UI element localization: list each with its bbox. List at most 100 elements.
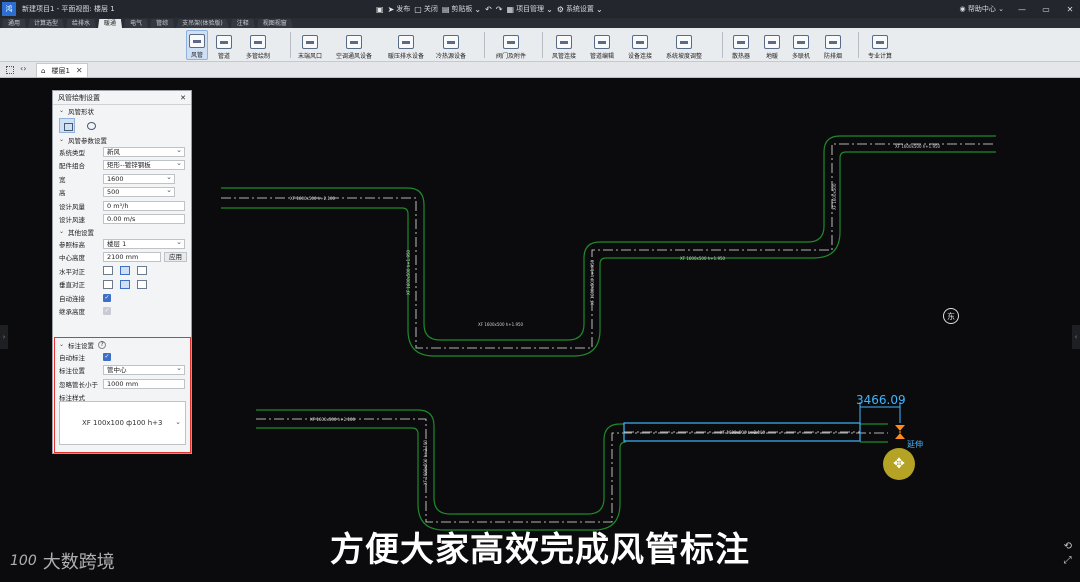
clipboard-label: 剪贴板 (451, 5, 473, 13)
rect-duct-button[interactable] (59, 117, 75, 133)
duct-label-2: XF 1600x500 h+1.950 (478, 322, 524, 327)
gear-icon: ⚙ (556, 4, 564, 14)
ribbon-button[interactable]: 设备连接 (628, 30, 652, 60)
menu-tab[interactable]: 视图视窗 (256, 19, 293, 28)
ribbon-button[interactable]: 专业计算 (868, 30, 892, 60)
ignore-length-input[interactable]: 1000 mm (103, 378, 185, 389)
minimize-button[interactable]: — (1016, 5, 1028, 14)
save-button[interactable]: ▣ (376, 5, 384, 14)
ribbon-tool-icon (793, 35, 809, 49)
ribbon-button[interactable]: 管道 (216, 30, 232, 60)
menu-tab[interactable]: 通用 (2, 19, 27, 28)
ribbon-button[interactable]: 冷热源设备 (436, 30, 466, 60)
section-shape[interactable]: ⌄ 风管形状 (53, 105, 191, 116)
chevron-down-icon: ⌄ (595, 4, 603, 14)
publish-button[interactable]: ➤ 发布 (388, 4, 411, 14)
close-doc-button[interactable]: ▢ 关闭 (414, 4, 438, 14)
auto-connect-checkbox[interactable]: ✓ (103, 293, 111, 302)
ribbon-button[interactable]: 阀门及附件 (496, 30, 526, 60)
height-select[interactable]: 500 (103, 186, 175, 198)
clipboard-button[interactable]: ▤ 剪贴板 ⌄ (442, 4, 481, 14)
menu-tab[interactable]: 支吊架(体验版) (176, 19, 229, 28)
ref-level-select[interactable]: 楼层 1 (103, 238, 185, 249)
ribbon-button[interactable]: 暖压排水设备 (388, 30, 424, 60)
ribbon-button[interactable]: 防排烟 (824, 30, 842, 60)
watermark-text: 大数跨境 (42, 552, 115, 573)
help-icon[interactable]: ? (98, 340, 107, 349)
ribbon-separator (542, 32, 543, 58)
system-type-select[interactable]: 新风 (103, 146, 185, 157)
dimension-value[interactable]: 3466.09 (856, 393, 906, 407)
align-bottom-icon[interactable] (137, 279, 147, 289)
align-right-icon[interactable] (137, 266, 147, 276)
design-airflow-input[interactable]: 0 m³/h (103, 200, 185, 211)
ignore-length-label: 忽略管长小于 (59, 380, 98, 389)
section-annotation[interactable]: ⌄ 标注设置? (53, 339, 191, 350)
help-label: 帮助中心 (967, 5, 996, 13)
extend-label[interactable]: 延伸 (907, 439, 923, 450)
grid-icon[interactable] (6, 66, 14, 74)
label-position-select[interactable]: 管中心 (103, 364, 185, 376)
menu-tab[interactable]: 注释 (230, 19, 255, 28)
compass-icon[interactable]: 东 (943, 308, 959, 324)
height-label: 高 (59, 189, 66, 198)
redo-button[interactable]: ↷ (496, 5, 503, 14)
ribbon-button[interactable]: 多联机 (792, 30, 810, 60)
chevron-left-icon[interactable]: ‹› (20, 64, 26, 73)
menu-tab[interactable]: 电气 (124, 19, 149, 28)
ribbon-button[interactable]: 风管连接 (552, 30, 576, 60)
ribbon-button[interactable]: 地暖 (764, 30, 780, 60)
menu-tab[interactable]: 暖通 (98, 19, 123, 28)
ribbon-button[interactable]: 空调通风设备 (336, 30, 372, 60)
align-top-icon[interactable] (103, 279, 113, 289)
undo-button[interactable]: ↶ (485, 5, 492, 14)
fitting-select[interactable]: 矩形--镀锌钢板 (103, 159, 185, 171)
apply-button[interactable]: 应用 (164, 252, 187, 263)
maximize-button[interactable]: ▭ (1040, 5, 1052, 14)
menu-tab[interactable]: 计算选型 (28, 19, 65, 28)
ribbon-button-label: 阀门及附件 (496, 53, 527, 60)
document-tab[interactable]: ⌂ 楼层1 ✕ (36, 63, 88, 77)
ribbon-button-label: 多管绘制 (246, 53, 271, 60)
left-expand-handle[interactable]: › (0, 325, 8, 349)
system-settings-button[interactable]: ⚙ 系统设置 ⌄ (557, 4, 603, 14)
duct-centerline-lower (256, 418, 888, 523)
section-other[interactable]: ⌄ 其他设置 (53, 226, 191, 237)
chevron-down-icon: ⌄ (998, 5, 1004, 13)
ribbon-separator (722, 32, 723, 58)
annotation-section: ⌄标注设置? 自动标注✓ 标注位置管中心 忽略管长小于1000 mm 标注样式 (53, 339, 191, 404)
menu-tab[interactable]: 给排水 (66, 19, 97, 28)
width-select[interactable]: 1600 (103, 173, 175, 184)
ribbon-button[interactable]: 多管绘制 (246, 30, 270, 60)
end-grip-icon (895, 425, 905, 439)
close-icon[interactable]: ✕ (180, 94, 186, 102)
ribbon-button[interactable]: 散热器 (732, 30, 750, 60)
round-duct-button[interactable] (83, 118, 99, 133)
design-velocity-input[interactable]: 0.00 m/s (103, 214, 185, 225)
expand-icon[interactable]: ⤢ (1064, 554, 1072, 568)
close-icon[interactable]: ✕ (76, 66, 83, 75)
send-icon: ➤ (387, 4, 395, 14)
menu-tab[interactable]: 管综 (150, 19, 175, 28)
menu-tabs: 通用 计算选型 给排水 暖通 电气 管综 支吊架(体验版) 注释 视图视窗 (0, 18, 1080, 28)
center-height-input[interactable]: 2100 mm (103, 252, 161, 263)
ribbon-button[interactable]: 末端风口 (298, 30, 322, 60)
right-expand-handle[interactable]: ‹ (1072, 325, 1080, 349)
align-left-icon[interactable] (103, 266, 113, 276)
section-params[interactable]: ⌄ 风管参数设置 (53, 134, 191, 145)
ribbon-button[interactable]: 系统坡度调整 (666, 30, 702, 60)
rotate-icon[interactable]: ⟲ (1064, 540, 1072, 554)
auto-label-label: 自动标注 (59, 353, 85, 362)
align-middle-icon[interactable] (120, 279, 130, 289)
close-window-button[interactable]: ✕ (1064, 5, 1076, 14)
ribbon-toolbar: 风管 管道 多管绘制 末端风口 空调通风设备 暖压排水设备 冷热源设备 阀门及附件 风管连接 管道… (0, 28, 1080, 62)
align-center-icon[interactable] (120, 266, 130, 276)
project-management-button[interactable]: ▦ 项目管理 ⌄ (507, 4, 553, 14)
ribbon-button[interactable]: 风管 (186, 30, 208, 60)
auto-label-checkbox[interactable]: ✓ (103, 352, 111, 361)
label-style-preview[interactable]: XF 100x100 ф100 h+3 ⌄ (59, 401, 186, 445)
ribbon-button[interactable]: 管道编辑 (590, 30, 614, 60)
help-center-button[interactable]: ◉ 帮助中心 ⌄ (960, 4, 1004, 14)
inherit-height-checkbox[interactable]: ✓ (103, 307, 111, 316)
titlebar-right: ◉ 帮助中心 ⌄ — ▭ ✕ (960, 0, 1076, 18)
